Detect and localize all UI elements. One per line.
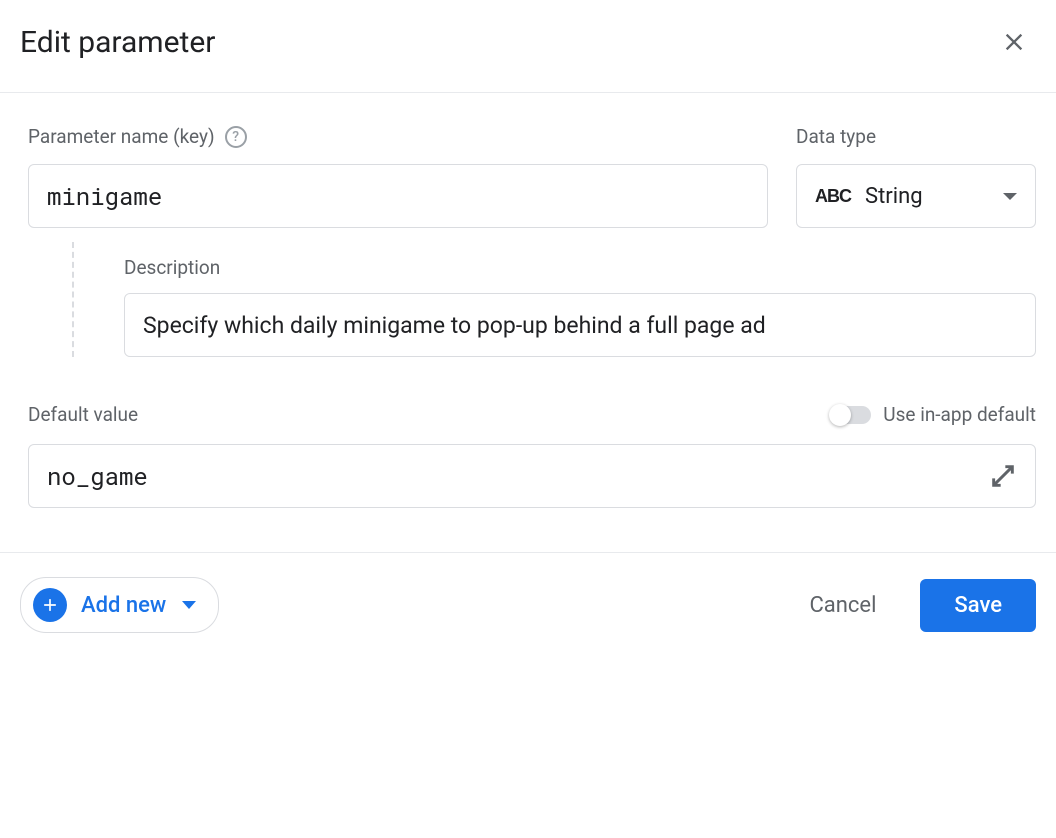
close-icon: [1000, 28, 1028, 56]
expand-button[interactable]: [989, 462, 1017, 490]
select-content: ABC String: [815, 184, 923, 209]
toggle-section: Use in-app default: [831, 403, 1036, 426]
param-name-label: Parameter name (key): [28, 125, 215, 148]
dialog-header: Edit parameter: [0, 0, 1056, 93]
description-section: Description: [28, 242, 1036, 357]
string-type-icon: ABC: [815, 186, 851, 207]
help-icon[interactable]: ?: [225, 126, 247, 148]
add-new-button[interactable]: Add new: [20, 577, 219, 633]
in-app-default-toggle[interactable]: [831, 406, 871, 424]
add-new-label: Add new: [81, 593, 166, 618]
data-type-value: String: [865, 184, 923, 209]
default-value-label: Default value: [28, 403, 138, 426]
expand-icon: [989, 462, 1017, 490]
param-name-label-row: Parameter name (key) ?: [28, 125, 768, 148]
close-button[interactable]: [992, 20, 1036, 64]
description-content: Description: [124, 242, 1036, 357]
data-type-label: Data type: [796, 125, 1036, 148]
footer-actions: Cancel Save: [789, 579, 1036, 632]
dialog-title: Edit parameter: [20, 25, 215, 60]
toggle-thumb: [829, 404, 851, 426]
cancel-button[interactable]: Cancel: [789, 581, 896, 630]
description-input[interactable]: [124, 293, 1036, 357]
default-header: Default value Use in-app default: [28, 403, 1036, 426]
tree-line: [72, 242, 116, 357]
save-button[interactable]: Save: [920, 579, 1036, 632]
default-value-input[interactable]: [47, 460, 989, 492]
data-type-section: Data type ABC String: [796, 125, 1036, 228]
data-type-select[interactable]: ABC String: [796, 164, 1036, 228]
chevron-down-icon: [1003, 193, 1017, 200]
toggle-label: Use in-app default: [883, 403, 1036, 426]
default-value-section: Default value Use in-app default: [28, 403, 1036, 508]
dialog-footer: Add new Cancel Save: [0, 552, 1056, 657]
top-row: Parameter name (key) ? Data type ABC Str…: [28, 125, 1036, 228]
default-value-box: [28, 444, 1036, 508]
description-label: Description: [124, 256, 1036, 279]
dialog-body: Parameter name (key) ? Data type ABC Str…: [0, 93, 1056, 552]
param-name-section: Parameter name (key) ?: [28, 125, 768, 228]
chevron-down-icon: [182, 601, 196, 609]
plus-circle-icon: [33, 588, 67, 622]
param-name-input[interactable]: [28, 164, 768, 228]
